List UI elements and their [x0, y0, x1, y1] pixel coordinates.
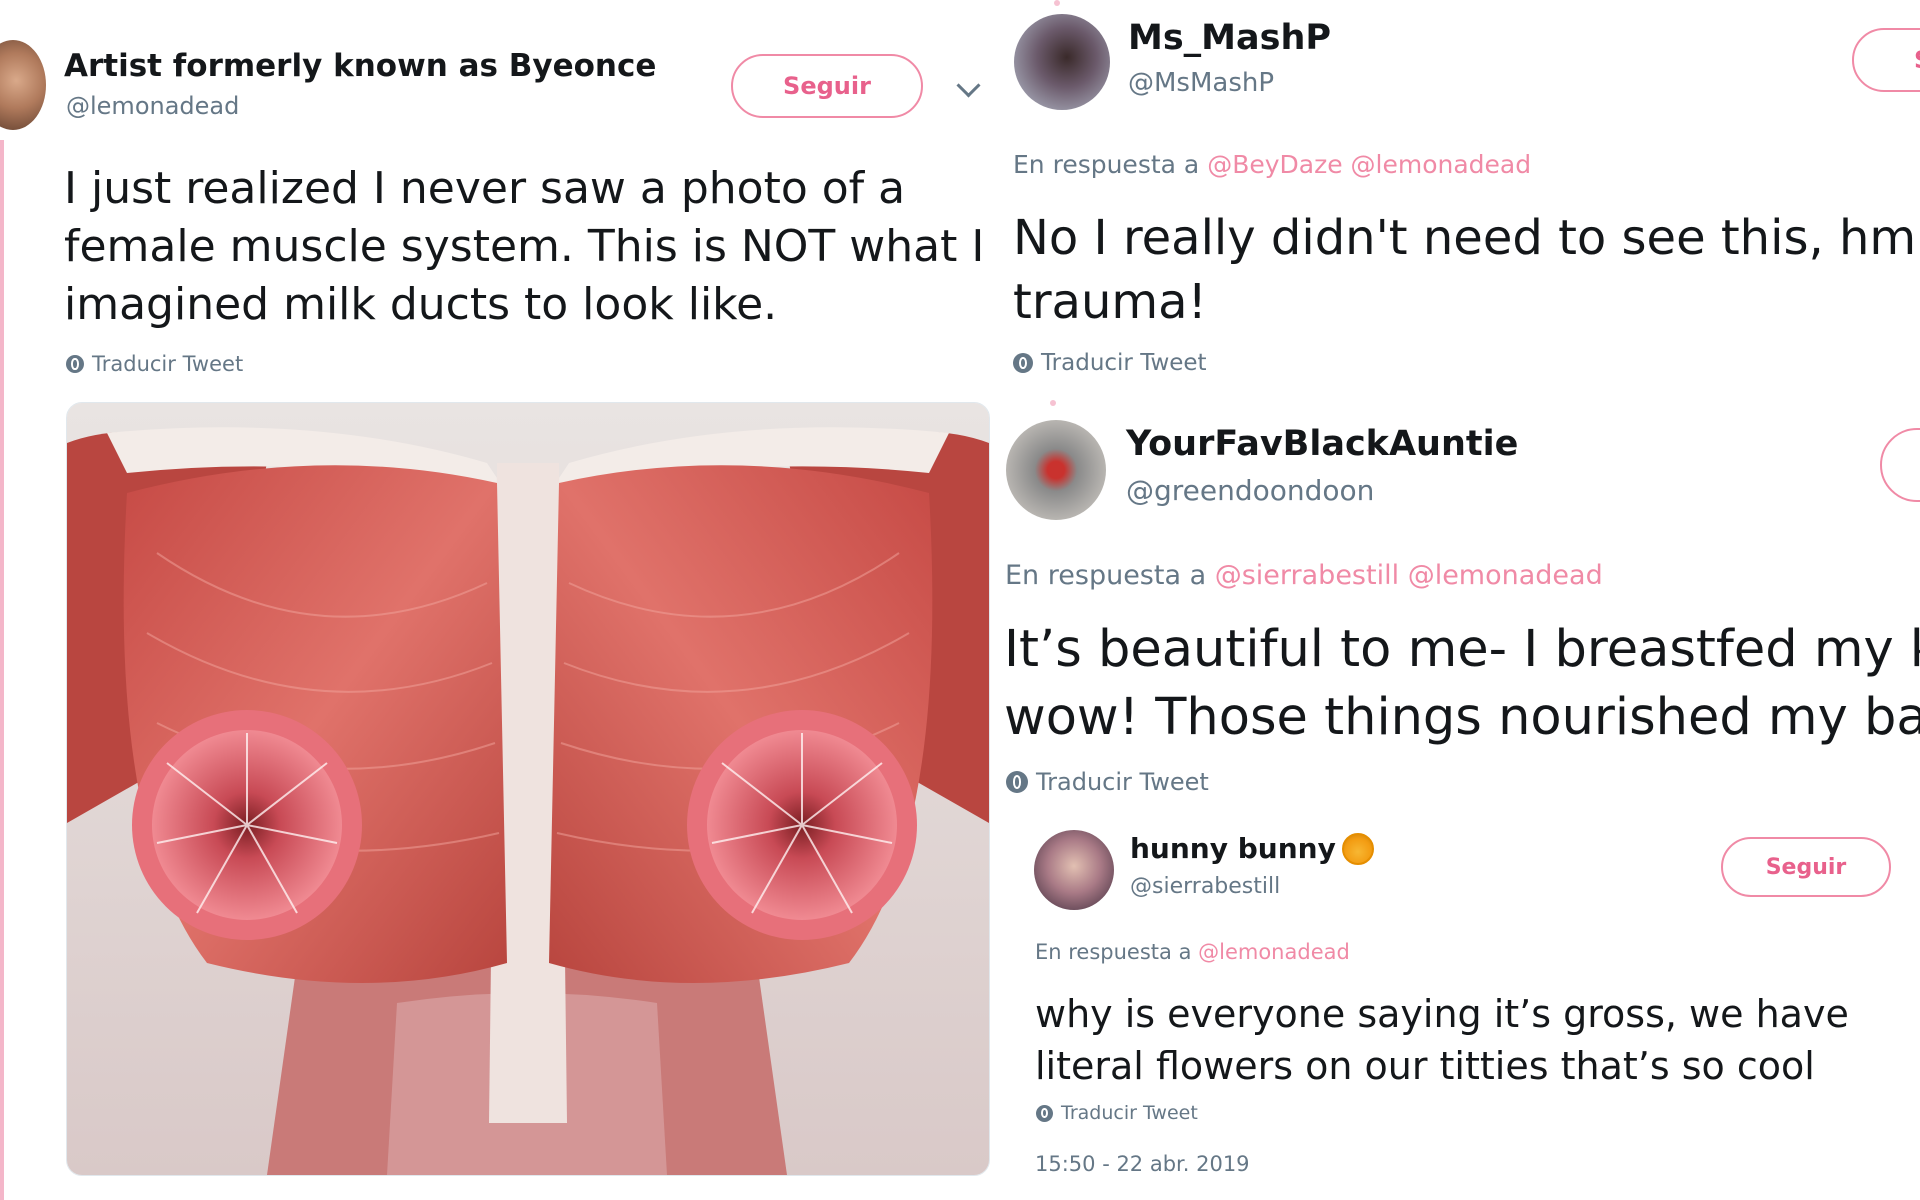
thread-dot: [1050, 400, 1056, 406]
author-name[interactable]: Ms_MashP: [1128, 18, 1331, 58]
tweet-text: No I really didn't need to see this, hm …: [1013, 206, 1916, 334]
avatar[interactable]: [1034, 830, 1114, 910]
avatar[interactable]: [0, 40, 46, 130]
mention-link[interactable]: @lemonadead: [1198, 940, 1350, 964]
reply-context: En respuesta a @BeyDaze @lemonadead: [1013, 150, 1531, 179]
left-gland: [132, 710, 362, 940]
mention-link[interactable]: @sierrabestill: [1215, 560, 1399, 591]
honey-pot-emoji: [1341, 832, 1374, 865]
tweet-line: female muscle system. This is NOT what I: [64, 221, 985, 272]
follow-button[interactable]: Seguir: [731, 54, 923, 118]
translate-link[interactable]: Traducir Tweet: [1036, 1102, 1198, 1124]
translate-label: Traducir Tweet: [1036, 768, 1209, 796]
avatar[interactable]: [1014, 14, 1110, 110]
globe-icon: [1036, 1104, 1053, 1122]
author-name-text: hunny bunny: [1130, 832, 1336, 865]
reply-prefix: En respuesta a: [1035, 940, 1192, 964]
tweet-line: imagined milk ducts to look like.: [64, 279, 778, 330]
translate-label: Traducir Tweet: [1061, 1102, 1198, 1124]
globe-icon: [66, 355, 84, 373]
tweet-line: wow! Those things nourished my bal: [1004, 688, 1920, 747]
tweet-text: why is everyone saying it’s gross, we ha…: [1035, 988, 1849, 1092]
translate-link[interactable]: Traducir Tweet: [1013, 350, 1207, 376]
author-name[interactable]: YourFavBlackAuntie: [1126, 424, 1518, 464]
tweet-text: I just realized I never saw a photo of a…: [64, 160, 984, 334]
mention-link[interactable]: @lemonadead: [1351, 150, 1532, 179]
mention-link[interactable]: @BeyDaze: [1207, 150, 1342, 179]
mention-link[interactable]: @lemonadead: [1408, 560, 1603, 591]
timestamp[interactable]: 15:50 - 22 abr. 2019: [1035, 1152, 1250, 1176]
translate-label: Traducir Tweet: [1041, 350, 1207, 376]
globe-icon: [1006, 771, 1028, 793]
author-handle[interactable]: @lemonadead: [66, 92, 239, 120]
author-handle[interactable]: @sierrabestill: [1130, 874, 1280, 899]
translate-link[interactable]: Traducir Tweet: [66, 352, 243, 376]
author-name[interactable]: hunny bunny: [1130, 832, 1374, 865]
translate-link[interactable]: Traducir Tweet: [1006, 768, 1209, 796]
tweet-line: I just realized I never saw a photo of a: [64, 163, 906, 214]
thread-dot: [1054, 0, 1060, 6]
reply-context: En respuesta a @sierrabestill @lemonadea…: [1005, 560, 1603, 591]
globe-icon: [1013, 353, 1033, 373]
thread-line: [0, 140, 4, 1200]
follow-button[interactable]: Seguir: [1721, 837, 1891, 897]
reply-prefix: En respuesta a: [1005, 560, 1207, 591]
tweet-line: trauma!: [1013, 274, 1207, 330]
reply-prefix: En respuesta a: [1013, 150, 1200, 179]
author-handle[interactable]: @MsMashP: [1128, 68, 1274, 98]
tweet-line: It’s beautiful to me- I breastfed my k: [1004, 620, 1920, 679]
follow-button[interactable]: S: [1852, 28, 1920, 92]
right-gland: [687, 710, 917, 940]
avatar[interactable]: [1006, 420, 1106, 520]
follow-button[interactable]: [1880, 428, 1920, 502]
tweet-text: It’s beautiful to me- I breastfed my k w…: [1004, 616, 1920, 752]
tweet-image[interactable]: [66, 402, 990, 1176]
chevron-down-icon[interactable]: [956, 73, 981, 98]
reply-context: En respuesta a @lemonadead: [1035, 940, 1350, 964]
tweet-line: No I really didn't need to see this, hm: [1013, 210, 1917, 266]
muscle-anatomy-image: [67, 403, 989, 1175]
translate-label: Traducir Tweet: [92, 352, 244, 376]
tweet-line: literal flowers on our titties that’s so…: [1035, 1044, 1815, 1088]
tweet-line: why is everyone saying it’s gross, we ha…: [1035, 992, 1849, 1036]
author-handle[interactable]: @greendoondoon: [1126, 474, 1374, 507]
author-name[interactable]: Artist formerly known as Byeonce: [64, 48, 656, 84]
